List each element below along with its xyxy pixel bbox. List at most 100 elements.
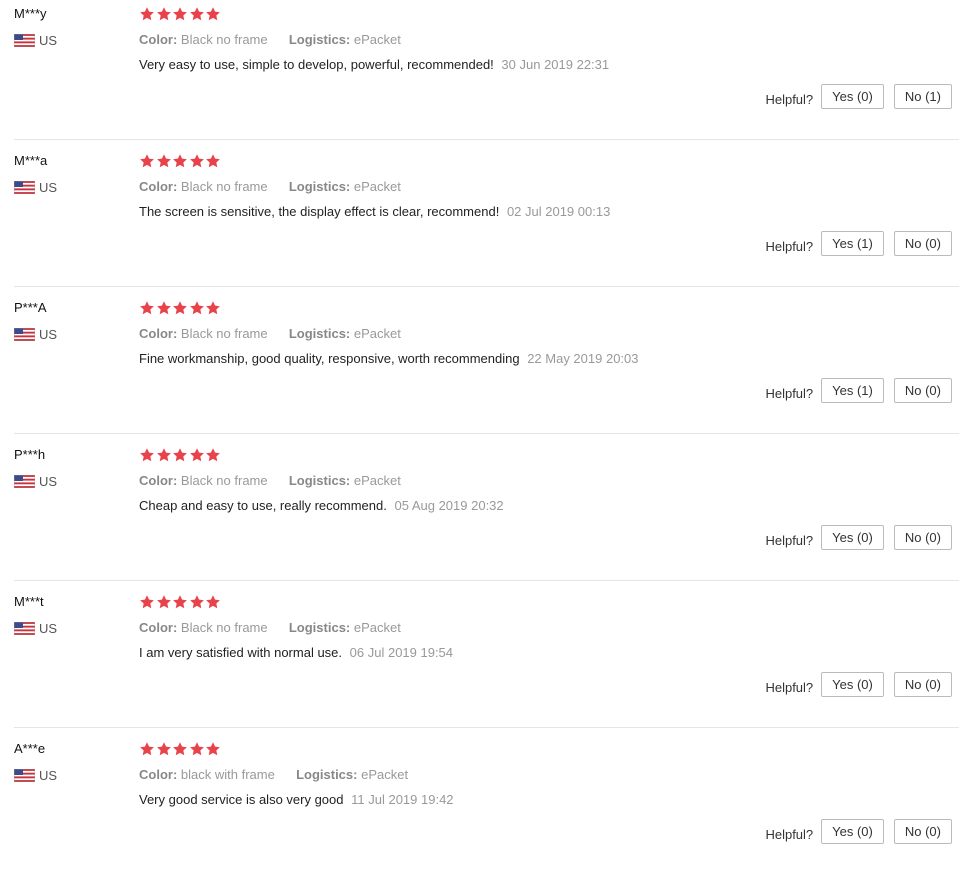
- helpful-no-button[interactable]: No (0): [893, 378, 952, 403]
- star-icon: [140, 7, 154, 21]
- logistics-value: ePacket: [361, 767, 409, 782]
- star-rating: [139, 741, 222, 757]
- helpful-label: Helpful?: [765, 92, 814, 107]
- helpful-no-button[interactable]: No (0): [893, 819, 952, 844]
- helpful-yes-button[interactable]: Yes (0): [821, 525, 884, 550]
- review-date: 22 May 2019 20:03: [527, 351, 639, 366]
- review-text: Very good service is also very good: [139, 792, 344, 807]
- star-icon: [173, 742, 187, 756]
- star-icon: [189, 595, 204, 609]
- review-text: Fine workmanship, good quality, responsi…: [139, 351, 520, 366]
- star-icon: [173, 448, 187, 462]
- helpful-vote: Helpful? Yes (1) No (0): [765, 378, 952, 403]
- review-item: M***t US Color: Black no frame Logistics…: [0, 588, 968, 735]
- review-attributes: Color: Black no frame Logistics: ePacket: [139, 326, 401, 341]
- star-icon: [206, 7, 220, 21]
- country-code: US: [39, 180, 58, 195]
- country-code: US: [39, 768, 58, 783]
- star-icon: [206, 301, 220, 315]
- helpful-no-button[interactable]: No (1): [893, 84, 952, 109]
- country-code: US: [39, 327, 58, 342]
- helpful-yes-button[interactable]: Yes (1): [821, 231, 884, 256]
- us-flag-icon: [14, 34, 35, 47]
- star-icon: [189, 154, 204, 168]
- review-text-line: The screen is sensitive, the display eff…: [139, 204, 610, 219]
- us-flag-icon: [14, 622, 35, 635]
- review-text: I am very satisfied with normal use.: [139, 645, 343, 660]
- star-icon: [189, 448, 204, 462]
- review-text: Cheap and easy to use, really recommend.: [139, 498, 387, 513]
- review-divider: [14, 580, 959, 581]
- review-item: M***a US Color: Black no frame Logistics…: [0, 147, 968, 294]
- review-date: 02 Jul 2019 00:13: [506, 204, 611, 219]
- review-attributes: Color: Black no frame Logistics: ePacket: [139, 179, 401, 194]
- reviewer-country: US: [14, 474, 57, 489]
- helpful-no-button[interactable]: No (0): [893, 672, 952, 697]
- reviewer-name: P***A: [14, 300, 47, 315]
- review-item: A***e US Color: black with frame Logisti…: [0, 735, 968, 882]
- logistics-label: Logistics:: [288, 326, 351, 341]
- star-icon: [156, 448, 171, 462]
- helpful-vote: Helpful? Yes (1) No (0): [765, 231, 952, 256]
- logistics-label: Logistics:: [288, 179, 351, 194]
- review-date: 11 Jul 2019 19:42: [351, 792, 454, 807]
- color-label: Color:: [139, 326, 178, 341]
- helpful-no-button[interactable]: No (0): [893, 231, 952, 256]
- color-label: Color:: [139, 767, 178, 782]
- star-icon: [173, 154, 187, 168]
- reviewer-name: M***y: [14, 6, 47, 21]
- reviewer-country: US: [14, 327, 57, 342]
- color-label: Color:: [139, 473, 178, 488]
- star-icon: [156, 154, 171, 168]
- star-icon: [140, 448, 154, 462]
- helpful-label: Helpful?: [765, 680, 814, 695]
- star-rating: [139, 153, 222, 169]
- review-divider: [14, 433, 959, 434]
- review-item: P***A US Color: Black no frame Logistics…: [0, 294, 968, 441]
- star-icon: [206, 742, 220, 756]
- star-icon: [206, 154, 220, 168]
- review-attributes: Color: Black no frame Logistics: ePacket: [139, 473, 401, 488]
- color-value: Black no frame: [180, 32, 268, 47]
- reviewer-country: US: [14, 180, 57, 195]
- helpful-no-button[interactable]: No (0): [893, 525, 952, 550]
- star-icon: [140, 154, 154, 168]
- logistics-label: Logistics:: [288, 473, 351, 488]
- helpful-label: Helpful?: [765, 239, 814, 254]
- helpful-yes-button[interactable]: Yes (1): [821, 378, 884, 403]
- us-flag-icon: [14, 328, 35, 341]
- star-icon: [173, 7, 187, 21]
- reviewer-name: P***h: [14, 447, 46, 462]
- logistics-value: ePacket: [353, 473, 401, 488]
- color-label: Color:: [139, 32, 178, 47]
- review-text-line: I am very satisfied with normal use. 06 …: [139, 645, 453, 660]
- review-item: M***y US Color: Black no frame Logistics…: [0, 0, 968, 147]
- logistics-value: ePacket: [353, 179, 401, 194]
- logistics-label: Logistics:: [288, 32, 351, 47]
- review-date: 30 Jun 2019 22:31: [501, 57, 610, 72]
- color-value: Black no frame: [180, 179, 268, 194]
- helpful-yes-button[interactable]: Yes (0): [821, 84, 884, 109]
- review-divider: [14, 286, 959, 287]
- reviewer-name: M***a: [14, 153, 48, 168]
- review-date: 06 Jul 2019 19:54: [349, 645, 454, 660]
- helpful-yes-button[interactable]: Yes (0): [821, 819, 884, 844]
- logistics-label: Logistics:: [288, 620, 351, 635]
- review-text-line: Very good service is also very good 11 J…: [139, 792, 454, 807]
- review-divider: [14, 139, 959, 140]
- reviewer-country: US: [14, 621, 57, 636]
- us-flag-icon: [14, 181, 35, 194]
- us-flag-icon: [14, 769, 35, 782]
- star-rating: [139, 447, 222, 463]
- logistics-value: ePacket: [353, 326, 401, 341]
- helpful-vote: Helpful? Yes (0) No (0): [765, 672, 952, 697]
- country-code: US: [39, 474, 58, 489]
- star-icon: [156, 595, 171, 609]
- helpful-yes-button[interactable]: Yes (0): [821, 672, 884, 697]
- star-icon: [189, 742, 204, 756]
- color-value: Black no frame: [180, 473, 268, 488]
- review-date: 05 Aug 2019 20:32: [394, 498, 504, 513]
- helpful-vote: Helpful? Yes (0) No (0): [765, 525, 952, 550]
- review-text: The screen is sensitive, the display eff…: [139, 204, 500, 219]
- star-icon: [156, 7, 171, 21]
